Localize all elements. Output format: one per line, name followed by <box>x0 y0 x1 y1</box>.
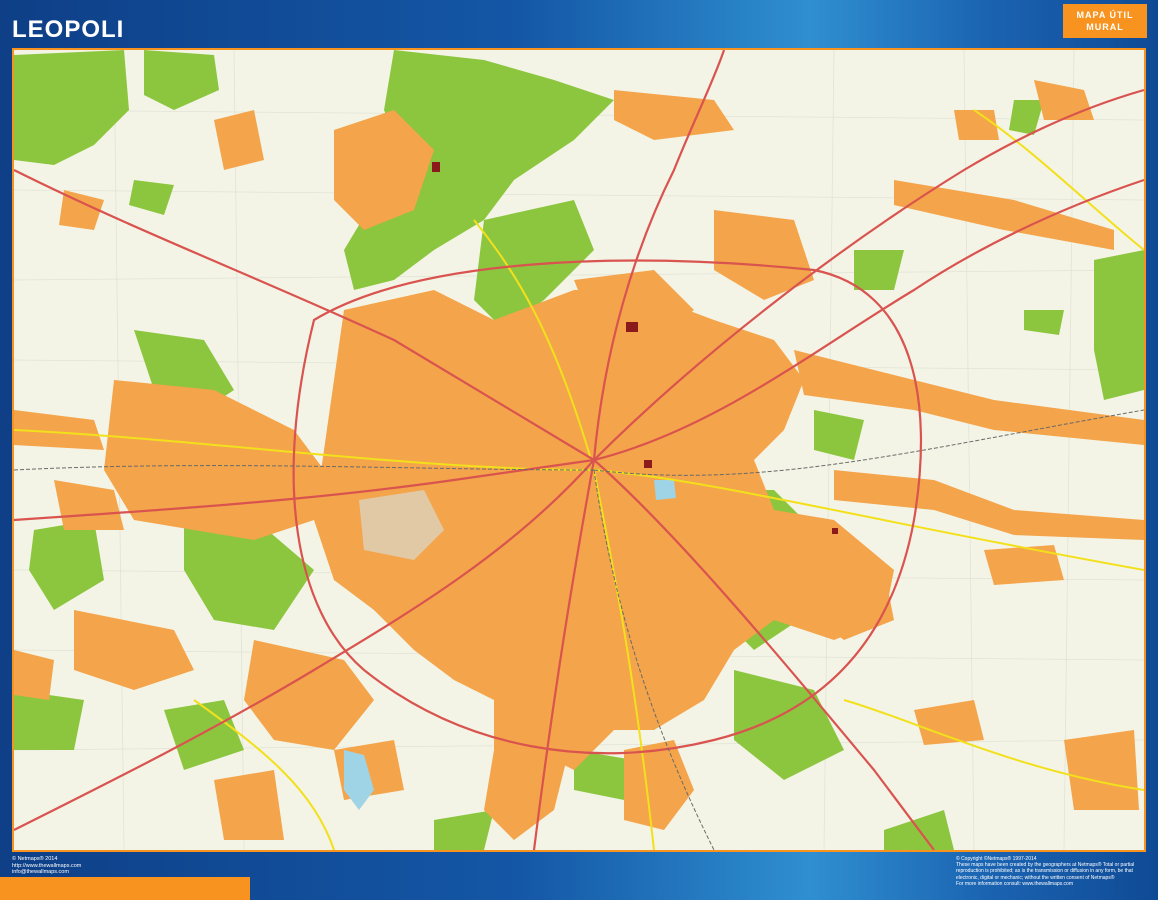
city-map[interactable] <box>12 48 1146 852</box>
district-se-small-2 <box>914 700 984 745</box>
district-west-2 <box>54 480 124 530</box>
landmark-north <box>626 322 638 332</box>
district-nw-small-2 <box>214 110 264 170</box>
district-southwest <box>244 640 374 750</box>
landmark-east <box>832 528 838 534</box>
park-small-1 <box>129 180 174 215</box>
landmark-northwest <box>432 162 440 172</box>
mapa-util-badge: MAPA ÚTIL MURAL <box>1063 4 1147 38</box>
footer-legal: © Copyright ©Netmaps® 1997-2014 These ma… <box>956 856 1152 887</box>
badge-line-1: MAPA ÚTIL <box>1076 10 1134 20</box>
park-sw-2 <box>29 520 104 610</box>
park-east-2 <box>734 670 844 780</box>
park-northwest <box>14 50 129 165</box>
district-e-small <box>984 545 1064 585</box>
district-northeast <box>714 210 814 300</box>
district-north-strip <box>614 90 734 140</box>
landmark-center <box>644 460 652 468</box>
park-far-east <box>1094 250 1144 400</box>
footer-email[interactable]: info@thewallmaps.com <box>12 869 81 876</box>
district-w-small <box>14 650 54 700</box>
map-title: LEOPOLI <box>12 16 125 43</box>
district-ne-small-2 <box>954 110 999 140</box>
park-south-west-3 <box>164 700 244 770</box>
map-canvas <box>14 50 1144 850</box>
district-west <box>104 380 324 540</box>
legal-line-5: For more information consult: www.thewal… <box>956 880 1073 887</box>
badge-line-2: MURAL <box>1086 22 1124 32</box>
park-east-3 <box>814 410 864 460</box>
footer-orange-strip <box>0 877 250 900</box>
district-s-small <box>214 770 284 840</box>
pond-center <box>654 480 676 500</box>
park-south-2 <box>434 810 494 850</box>
district-east-strip-2 <box>834 470 1144 540</box>
district-ne-small <box>1034 80 1094 120</box>
district-sw-strip <box>74 610 194 690</box>
park-far-east-2 <box>1024 310 1064 335</box>
footer-credits: © Netmaps® 2014 http://www.thewallmaps.c… <box>12 856 81 876</box>
district-northeast-strip <box>894 180 1114 250</box>
district-se-small <box>1064 730 1139 810</box>
park-northeast <box>854 250 904 290</box>
legal-line-3: reproduction is prohibited; as is the tr… <box>956 868 1133 875</box>
park-north-1 <box>144 50 219 110</box>
